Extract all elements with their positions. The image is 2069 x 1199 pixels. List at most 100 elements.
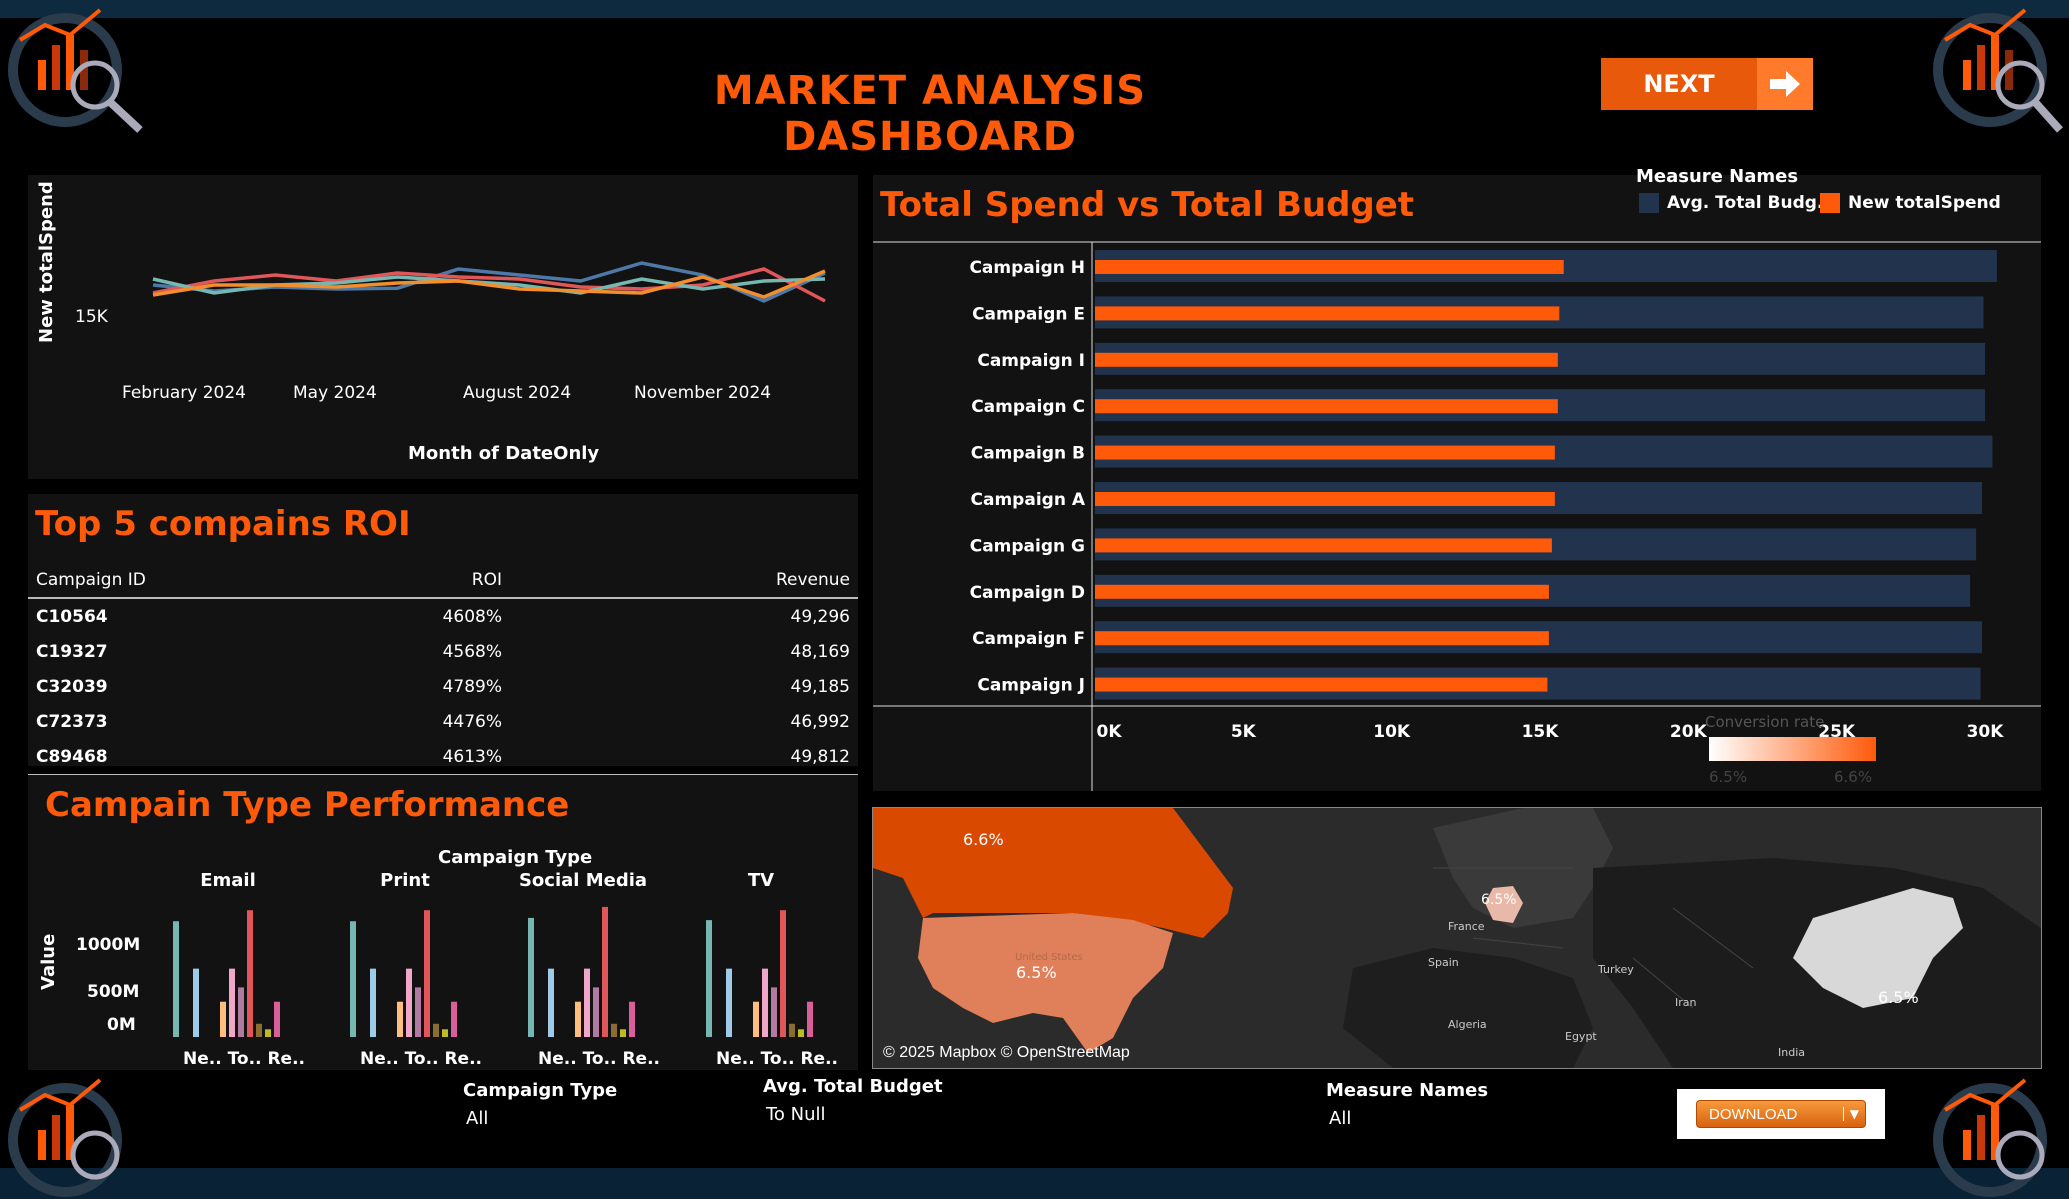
- type-bar[interactable]: [238, 987, 244, 1037]
- type-bar[interactable]: [629, 1001, 635, 1037]
- map-label-china: 6.5%: [1878, 988, 1919, 1007]
- spend-bar[interactable]: [1095, 445, 1555, 460]
- type-performance-panel: Campain Type Performance Campaign Type V…: [28, 775, 858, 1070]
- measure-names-filter[interactable]: Measure Names All: [1326, 1080, 1656, 1158]
- type-bar[interactable]: [433, 1023, 439, 1037]
- type-bar[interactable]: [789, 1023, 795, 1037]
- spend-budget-panel: Total Spend vs Total Budget Measure Name…: [873, 166, 2041, 791]
- roi-col-roi: ROI: [154, 563, 592, 599]
- type-bar[interactable]: [220, 1001, 226, 1037]
- type-bar[interactable]: [274, 1001, 280, 1037]
- type-bar[interactable]: [370, 968, 376, 1037]
- type-category-label: TV: [748, 870, 774, 891]
- spend-budget-chart: Campaign H Campaign E Campaign I Campaign C…: [873, 241, 2041, 791]
- bar-x-tick: 20K: [1670, 722, 1708, 742]
- campaign-label: Campaign E: [972, 304, 1085, 324]
- chevron-down-icon: ▼: [1842, 1107, 1859, 1121]
- revenue-value: 49,185: [790, 676, 850, 697]
- spend-bar[interactable]: [1095, 352, 1558, 367]
- type-category-label: Social Media: [519, 870, 647, 891]
- map-place-usa: United States: [1015, 952, 1083, 963]
- analytics-emblem-icon: [1933, 8, 2063, 133]
- type-bar[interactable]: [229, 968, 235, 1037]
- conversion-map[interactable]: 6.6% 6.5% United States 6.5% 6.5% France…: [872, 807, 2042, 1069]
- line-x-tick: August 2024: [463, 383, 572, 403]
- table-row[interactable]: C89468 4613% 49,812: [28, 739, 858, 775]
- conversion-legend-max: 6.6%: [1834, 768, 1873, 786]
- type-bar[interactable]: [406, 968, 412, 1037]
- type-bar[interactable]: [575, 1001, 581, 1037]
- bar-x-tick: 15K: [1522, 722, 1560, 742]
- africa-region: [1343, 948, 1593, 1068]
- type-bar[interactable]: [780, 910, 786, 1037]
- line-x-tick: November 2024: [634, 383, 772, 403]
- roi-col-campaign: Campaign ID: [28, 563, 154, 599]
- filter-label: Campaign Type: [463, 1080, 618, 1101]
- map-place-india: India: [1778, 1046, 1805, 1059]
- spend-bar[interactable]: [1095, 260, 1564, 274]
- type-bar[interactable]: [584, 968, 590, 1037]
- type-bar[interactable]: [593, 987, 599, 1037]
- avg-budget-filter[interactable]: Avg. Total Budget To Null: [763, 1076, 1003, 1136]
- spend-bar[interactable]: [1095, 538, 1552, 553]
- type-bar[interactable]: [807, 1001, 813, 1037]
- roi-table: Campaign ID ROI Revenue C10564 4608% 49,29…: [28, 563, 858, 776]
- type-bar[interactable]: [247, 910, 253, 1037]
- table-row[interactable]: C32039 4789% 49,185: [28, 669, 858, 704]
- analytics-emblem-icon: [8, 1078, 122, 1197]
- type-bar[interactable]: [424, 910, 430, 1037]
- type-bar[interactable]: [611, 1023, 617, 1037]
- filter-label: Avg. Total Budget: [763, 1076, 943, 1097]
- campaign-id: C19327: [36, 641, 108, 662]
- type-bar[interactable]: [762, 968, 768, 1037]
- line-series[interactable]: [152, 269, 826, 299]
- type-bar[interactable]: [350, 921, 356, 1037]
- download-button[interactable]: DOWNLOAD ▼: [1677, 1089, 1885, 1139]
- table-row[interactable]: C72373 4476% 46,992: [28, 704, 858, 739]
- type-bar[interactable]: [265, 1029, 271, 1037]
- type-bar[interactable]: [256, 1023, 262, 1037]
- line-x-axis-label: Month of DateOnly: [408, 443, 600, 464]
- next-button[interactable]: NEXT: [1601, 58, 1813, 110]
- usa-region: [918, 913, 1173, 1053]
- type-bar[interactable]: [451, 1001, 457, 1037]
- spend-bar[interactable]: [1095, 399, 1558, 414]
- type-bar[interactable]: [602, 906, 608, 1037]
- type-bar[interactable]: [528, 917, 534, 1037]
- type-bar[interactable]: [620, 1029, 626, 1037]
- roi-value: 4789%: [442, 676, 502, 697]
- campaign-label: Campaign G: [970, 536, 1085, 556]
- type-bar[interactable]: [193, 968, 199, 1037]
- type-bar[interactable]: [798, 1029, 804, 1037]
- spend-bar[interactable]: [1095, 306, 1560, 321]
- map-label-germany: 6.5%: [1481, 892, 1517, 908]
- type-x-tick: Ne.. To.. Re..: [360, 1049, 482, 1069]
- spend-bar[interactable]: [1095, 677, 1548, 692]
- type-bar[interactable]: [415, 987, 421, 1037]
- roi-value: 4568%: [442, 641, 502, 662]
- spend-bar[interactable]: [1095, 584, 1549, 599]
- campaign-label: Campaign A: [971, 490, 1086, 510]
- top-strip: [0, 0, 2069, 18]
- type-bar[interactable]: [548, 968, 554, 1037]
- page-title: MARKET ANALYSIS DASHBOARD: [713, 68, 1147, 160]
- conversion-legend-title: Conversion rate: [1705, 713, 1825, 731]
- conversion-legend-gradient: [1709, 737, 1876, 761]
- type-bar[interactable]: [771, 987, 777, 1037]
- type-bar[interactable]: [726, 968, 732, 1037]
- type-bar[interactable]: [442, 1029, 448, 1037]
- spend-trend-panel: New totalSpend 15K February 2024 May 202…: [28, 175, 858, 479]
- campaign-id: C89468: [36, 746, 108, 767]
- type-bar[interactable]: [397, 1001, 403, 1037]
- spend-bar[interactable]: [1095, 492, 1555, 506]
- revenue-value: 48,169: [790, 641, 850, 662]
- type-bar[interactable]: [706, 920, 712, 1037]
- type-bar[interactable]: [173, 921, 179, 1037]
- bar-x-tick: 10K: [1373, 722, 1411, 742]
- type-bar[interactable]: [753, 1001, 759, 1037]
- map-place-turkey: Turkey: [1598, 963, 1634, 976]
- table-row[interactable]: C19327 4568% 48,169: [28, 634, 858, 669]
- campaign-type-filter[interactable]: Campaign Type All: [463, 1080, 711, 1152]
- table-row[interactable]: C10564 4608% 49,296: [28, 598, 858, 634]
- spend-bar[interactable]: [1095, 631, 1549, 646]
